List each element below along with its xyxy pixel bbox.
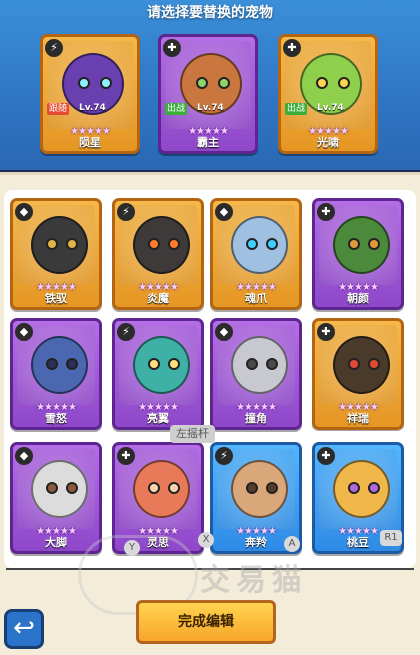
pet-creature-icon: [133, 460, 190, 518]
pet-name: 雪怒: [45, 412, 67, 425]
pet-creature-icon: [31, 336, 88, 394]
pet-eye-icon: [368, 238, 380, 250]
pet-eye-icon: [316, 77, 328, 89]
pet-name: 陨星: [79, 136, 101, 149]
pet-card[interactable]: ◆ ★★★★★ 铁驭: [10, 198, 102, 310]
pet-card[interactable]: ◆ ★★★★★ 魂爪: [210, 198, 302, 310]
pet-name: 撞角: [245, 412, 267, 425]
team-slot-card[interactable]: ✚ 出战 Lv.74 ★★★★★ 霸主: [158, 34, 258, 154]
element-badge-icon: ◆: [215, 323, 233, 341]
team-slot-card[interactable]: ⚡ 跟随 Lv.74 ★★★★★ 陨星: [40, 34, 140, 154]
pet-eye-icon: [348, 358, 360, 370]
pet-eye-icon: [368, 482, 380, 494]
pet-eye-icon: [148, 482, 160, 494]
pet-eye-icon: [266, 358, 278, 370]
element-badge-icon: ◆: [15, 447, 33, 465]
pet-eye-icon: [100, 77, 112, 89]
pet-creature-icon: [231, 216, 288, 274]
pet-card[interactable]: ◆ ★★★★★ 撞角: [210, 318, 302, 430]
status-tag: 出战: [285, 103, 308, 115]
pet-eye-icon: [46, 238, 58, 250]
element-badge-icon: ✚: [283, 39, 301, 57]
pet-eye-icon: [66, 358, 78, 370]
pet-creature-icon: [333, 336, 390, 394]
pet-creature-icon: [333, 460, 390, 518]
status-tag: 跟随: [47, 103, 70, 115]
pet-name: 炎魔: [147, 292, 169, 305]
level-label: Lv.74: [197, 103, 224, 113]
element-badge-icon: ✚: [317, 323, 335, 341]
pet-eye-icon: [66, 482, 78, 494]
r1-key-hint: R1: [380, 530, 402, 546]
pet-eye-icon: [148, 238, 160, 250]
element-badge-icon: ⚡: [45, 39, 63, 57]
pet-eye-icon: [66, 238, 78, 250]
element-badge-icon: ⚡: [117, 323, 135, 341]
pet-name: 铁驭: [45, 292, 67, 305]
pet-name: 大脚: [45, 536, 67, 549]
pet-creature-icon: [31, 460, 88, 518]
pet-eye-icon: [348, 482, 360, 494]
pet-eye-icon: [348, 238, 360, 250]
pet-eye-icon: [168, 358, 180, 370]
pet-eye-icon: [338, 77, 350, 89]
pet-name: 霸主: [197, 136, 219, 149]
pet-creature-icon: [231, 336, 288, 394]
pet-eye-icon: [218, 77, 230, 89]
pet-eye-icon: [368, 358, 380, 370]
pet-card[interactable]: ◆ ★★★★★ 大脚: [10, 442, 102, 554]
pet-eye-icon: [246, 358, 258, 370]
element-badge-icon: ✚: [317, 203, 335, 221]
pet-eye-icon: [46, 482, 58, 494]
left-stick-hint: 左摇杆: [170, 425, 215, 443]
team-slot-card[interactable]: ✚ 出战 Lv.74 ★★★★★ 光啸: [278, 34, 378, 154]
pet-eye-icon: [266, 482, 278, 494]
pet-eye-icon: [246, 238, 258, 250]
element-badge-icon: ◆: [215, 203, 233, 221]
element-badge-icon: ◆: [15, 203, 33, 221]
a-key-hint: A: [284, 536, 300, 552]
pet-creature-icon: [133, 336, 190, 394]
pet-eye-icon: [148, 358, 160, 370]
pet-card[interactable]: ✚ ★★★★★ 朝颜: [312, 198, 404, 310]
pet-name: 朝颜: [347, 292, 369, 305]
pet-creature-icon: [31, 216, 88, 274]
pet-name: 祥瑞: [347, 412, 369, 425]
pet-eye-icon: [266, 238, 278, 250]
element-badge-icon: ✚: [317, 447, 335, 465]
pet-card-selected[interactable]: ✚ ★★★★★ 祥瑞: [308, 314, 408, 434]
level-label: Lv.74: [79, 103, 106, 113]
back-arrow-icon: ↩: [13, 613, 35, 643]
level-label: Lv.74: [317, 103, 344, 113]
pet-creature-icon: [333, 216, 390, 274]
pet-eye-icon: [246, 482, 258, 494]
watermark: 交易猫: [200, 563, 308, 598]
pet-name: 魂爪: [245, 292, 267, 305]
back-button[interactable]: ↩: [4, 609, 44, 649]
x-key-hint: X: [198, 532, 214, 548]
status-tag: 出战: [165, 103, 188, 115]
pet-eye-icon: [196, 77, 208, 89]
element-badge-icon: ✚: [117, 447, 135, 465]
pet-eye-icon: [168, 482, 180, 494]
pet-eye-icon: [78, 77, 90, 89]
complete-edit-button[interactable]: 完成编辑: [136, 600, 276, 644]
pet-eye-icon: [46, 358, 58, 370]
element-badge-icon: ⚡: [215, 447, 233, 465]
element-badge-icon: ◆: [15, 323, 33, 341]
pet-card[interactable]: ◆ ★★★★★ 雪怒: [10, 318, 102, 430]
pet-creature-icon: [133, 216, 190, 274]
page-title: 请选择要替换的宠物: [147, 5, 273, 21]
pet-eye-icon: [168, 238, 180, 250]
element-badge-icon: ✚: [163, 39, 181, 57]
element-badge-icon: ⚡: [117, 203, 135, 221]
pet-name: 光啸: [317, 136, 339, 149]
pet-card[interactable]: ⚡ ★★★★★ 炎魔: [112, 198, 204, 310]
pet-card[interactable]: ⚡ ★★★★★ 亮翼: [112, 318, 204, 430]
pet-creature-icon: [231, 460, 288, 518]
